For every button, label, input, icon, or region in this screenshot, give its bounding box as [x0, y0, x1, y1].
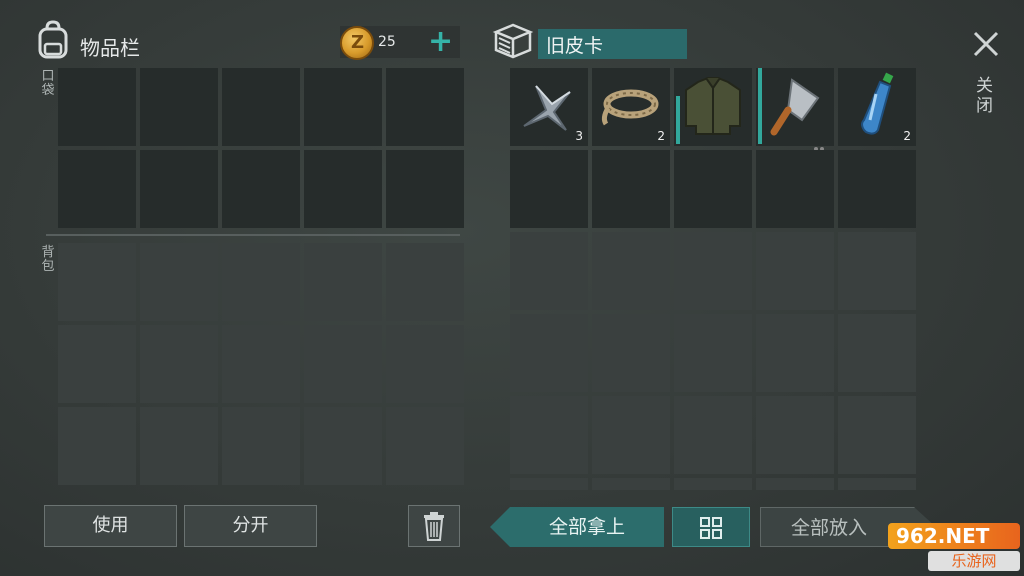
pocket-slot[interactable] [386, 150, 464, 228]
container-slot-locked [838, 314, 916, 392]
backpack-slot-locked [140, 243, 218, 321]
backpack-slot-locked [140, 325, 218, 403]
container-slot-locked [592, 396, 670, 474]
split-button[interactable]: 分开 [184, 505, 317, 547]
backpack-icon [38, 20, 68, 59]
container-slot-locked [674, 314, 752, 392]
container-slot[interactable] [592, 150, 670, 228]
container-slot-locked [510, 314, 588, 392]
container-slot-locked [756, 396, 834, 474]
backpack-slot-locked [222, 243, 300, 321]
container-slot-locked [510, 396, 588, 474]
coin-icon: Z [340, 26, 374, 60]
condition-bar [758, 68, 762, 144]
container-slot-locked [510, 232, 588, 310]
backpack-slot-locked [386, 243, 464, 321]
backpack-slot-locked [58, 325, 136, 403]
container-slot[interactable] [756, 150, 834, 228]
delete-button[interactable] [408, 505, 460, 547]
container-slot-locked [838, 396, 916, 474]
site-watermark: 962.NET 乐游网 [888, 523, 1020, 573]
take-all-button[interactable]: 全部拿上 [490, 507, 664, 547]
container-slot[interactable] [674, 150, 752, 228]
cleaver-icon [770, 78, 820, 136]
durability-dots [814, 136, 828, 151]
grid-sort-icon [700, 517, 722, 539]
use-button[interactable]: 使用 [44, 505, 177, 547]
container-slot-locked [674, 396, 752, 474]
jacket-icon [685, 77, 741, 135]
container-slot-locked [592, 314, 670, 392]
trash-icon [424, 512, 444, 541]
pocket-slot[interactable] [58, 150, 136, 228]
container-slot[interactable] [838, 150, 916, 228]
container-slot[interactable]: 2 [838, 68, 916, 146]
container-slot-locked [592, 232, 670, 310]
container-slot[interactable] [756, 68, 834, 151]
container-slot[interactable] [510, 150, 588, 228]
container-box-icon [492, 23, 534, 59]
backpack-slot-locked [304, 243, 382, 321]
sort-button[interactable] [672, 507, 750, 547]
backpack-slot-locked [304, 325, 382, 403]
backpack-slot-locked [386, 325, 464, 403]
pocket-slot[interactable] [140, 150, 218, 228]
inventory-title: 物品栏 [80, 36, 140, 60]
section-divider [46, 234, 460, 236]
backpack-label: 背包 [41, 245, 55, 274]
coin-counter: Z 25 + [340, 24, 460, 60]
watermark-text: 乐游网 [928, 551, 1020, 571]
container-slot-locked [756, 314, 834, 392]
item-count: 2 [903, 129, 911, 143]
pocket-slot[interactable] [304, 150, 382, 228]
backpack-slot-locked [58, 407, 136, 485]
backpack-slot-locked [222, 407, 300, 485]
container-slot-locked [756, 478, 834, 490]
backpack-slot-locked [304, 407, 382, 485]
container-slot-locked [510, 478, 588, 490]
container-slot[interactable]: 3 [510, 68, 588, 146]
pocket-slot[interactable] [386, 68, 464, 146]
close-icon [973, 31, 999, 57]
backpack-grid [58, 243, 464, 485]
pocket-slot[interactable] [222, 150, 300, 228]
pocket-slot[interactable] [58, 68, 136, 146]
backpack-slot-locked [140, 407, 218, 485]
pocket-label: 口袋 [41, 69, 55, 98]
pocket-slot[interactable] [140, 68, 218, 146]
container-slot-locked [838, 232, 916, 310]
close-button[interactable] [966, 24, 1006, 64]
container-slot[interactable]: 2 [592, 68, 670, 146]
close-label[interactable]: 关闭 [976, 76, 996, 116]
container-slot-locked [756, 232, 834, 310]
container-slot-locked [674, 232, 752, 310]
backpack-slot-locked [386, 407, 464, 485]
container-grid: 3 2 2 [510, 68, 916, 490]
container-slot-locked [674, 478, 752, 490]
condition-bar [676, 96, 680, 144]
watermark-logo: 962.NET [888, 523, 1020, 549]
container-slot[interactable] [674, 68, 752, 146]
pocket-slot[interactable] [304, 68, 382, 146]
item-count: 3 [575, 129, 583, 143]
item-count: 2 [657, 129, 665, 143]
pocket-slot[interactable] [222, 68, 300, 146]
pocket-grid [58, 68, 464, 228]
container-slot-locked [592, 478, 670, 490]
coin-count: 25 [378, 34, 396, 50]
container-name: 旧皮卡 [538, 29, 687, 59]
add-coins-button[interactable]: + [428, 24, 453, 59]
backpack-slot-locked [222, 325, 300, 403]
container-slot-locked [838, 478, 916, 490]
backpack-slot-locked [58, 243, 136, 321]
